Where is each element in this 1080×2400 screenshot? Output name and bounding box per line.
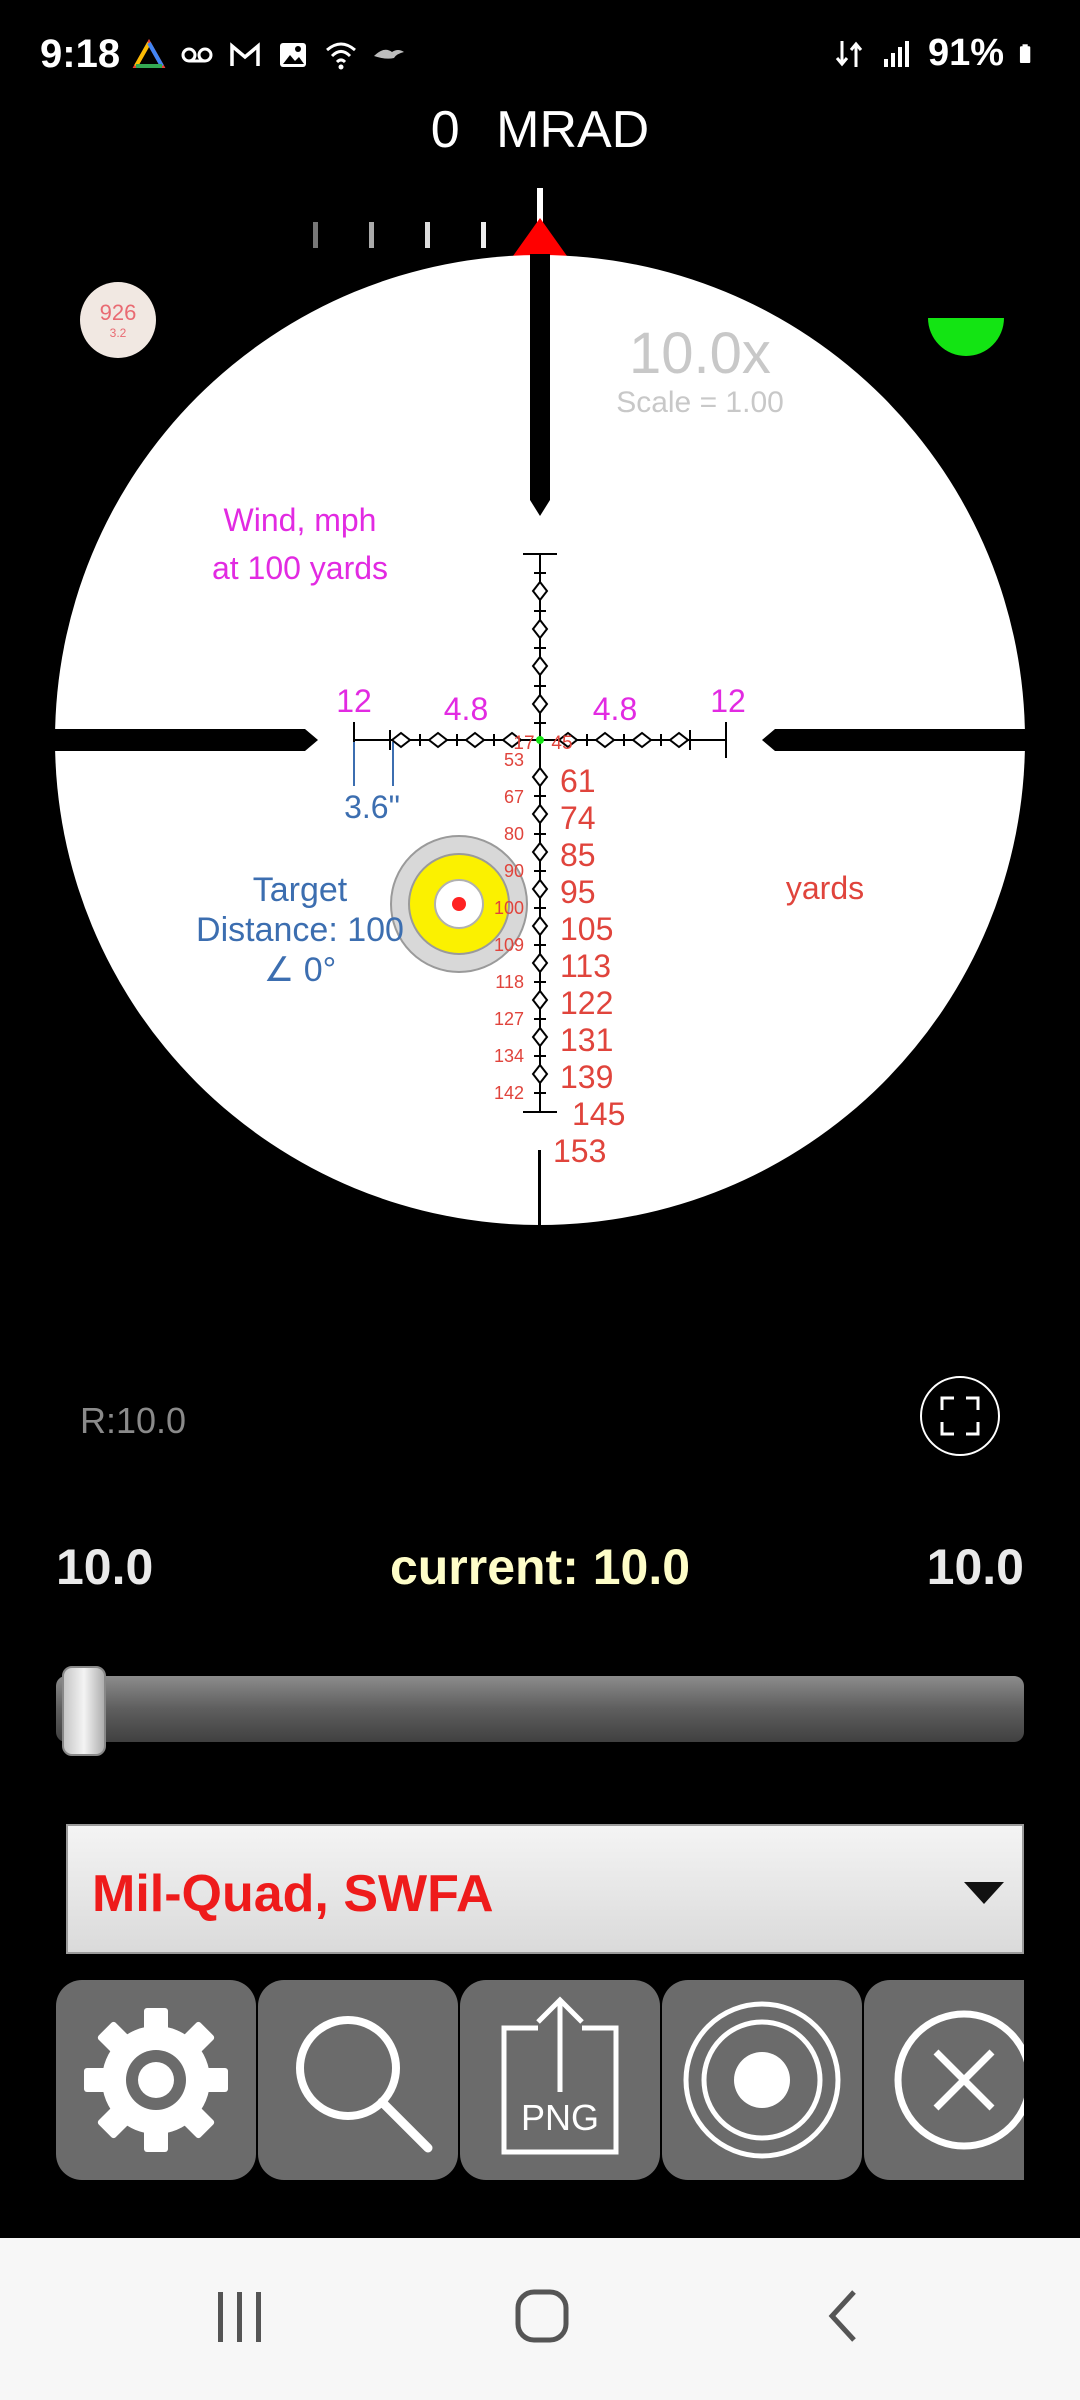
battery-icon	[1019, 43, 1031, 63]
fullscreen-button[interactable]	[920, 1376, 1000, 1456]
gear-icon	[84, 2008, 228, 2152]
yards-label: yards	[785, 870, 865, 906]
signal-icon	[883, 40, 909, 67]
close-button[interactable]	[864, 1980, 1024, 2180]
heading-value: 0	[430, 101, 460, 159]
target-info: Target Distance: 100 ∠ 0°	[160, 870, 440, 990]
wind-label-line2: at 100 yards	[211, 550, 389, 586]
windage-scale	[313, 188, 567, 256]
spread-value: 3.6"	[344, 789, 400, 825]
system-status: 91%	[832, 32, 1040, 75]
back-icon	[828, 2290, 856, 2342]
range-left: 118	[495, 972, 524, 992]
png-label: PNG	[521, 2097, 599, 2138]
range-left: 127	[494, 1009, 524, 1029]
rounds-badge[interactable]: 926 3.2	[80, 282, 156, 358]
target-button[interactable]	[662, 1980, 862, 2180]
search-button[interactable]	[258, 1980, 458, 2180]
range-right: 113	[560, 948, 611, 984]
recents-icon	[218, 2292, 261, 2342]
target-angle: ∠ 0°	[263, 951, 337, 989]
recents-button[interactable]	[180, 2278, 300, 2358]
back-button[interactable]	[786, 2278, 906, 2358]
status-time: 9:18	[40, 32, 121, 76]
slider-thumb[interactable]	[62, 1666, 106, 1756]
close-icon	[894, 2010, 1024, 2150]
post-bottom	[538, 1150, 541, 1226]
center-number-right: 45	[551, 733, 572, 754]
wind-value-left-outer: 12	[336, 683, 372, 719]
data-transfer-icon	[835, 40, 863, 67]
voicemail-icon	[181, 47, 213, 63]
mag-max: 10.0	[926, 1539, 1024, 1595]
range-left: 134	[494, 1046, 524, 1066]
home-button[interactable]	[482, 2278, 602, 2358]
range-right: 74	[560, 800, 596, 836]
wifi-icon	[326, 42, 356, 70]
search-icon	[296, 2016, 433, 2153]
wind-value-right-outer: 12	[710, 683, 746, 719]
range-readout: R:10.0	[80, 1400, 187, 1441]
range-right: 145	[572, 1096, 625, 1132]
battery-percent: 91%	[927, 32, 1004, 74]
magnification-slider[interactable]	[56, 1676, 1024, 1742]
center-point	[536, 736, 544, 744]
target-title: Target	[252, 871, 348, 909]
export-png-button[interactable]: PNG	[460, 1980, 660, 2180]
range-right: 105	[560, 911, 613, 947]
home-icon	[515, 2289, 569, 2343]
wind-value-right-inner: 4.8	[593, 691, 637, 727]
range-left: 109	[494, 935, 524, 955]
badge-subvalue: 3.2	[109, 326, 127, 340]
range-left: 80	[504, 824, 524, 844]
level-indicator	[928, 280, 1004, 356]
range-right: 131	[560, 1022, 613, 1058]
range-left: 100	[494, 898, 524, 918]
navigation-bar	[0, 2238, 1080, 2400]
settings-button[interactable]	[56, 1980, 256, 2180]
range-right: 153	[553, 1133, 606, 1169]
badge-value: 926	[99, 300, 137, 325]
wind-label: Wind, mph at 100 yards	[170, 496, 430, 592]
range-right: 85	[560, 837, 596, 873]
chevron-down-icon	[964, 1882, 1004, 1904]
windage-marker	[513, 218, 567, 256]
reticle-select[interactable]: Mil-Quad, SWFA	[66, 1824, 1024, 1954]
ravens-icon	[374, 49, 404, 59]
magnification-row: 10.0 current: 10.0 10.0	[0, 1538, 1080, 1598]
heading-unit: MRAD	[496, 101, 650, 159]
wind-label-line1: Wind, mph	[223, 502, 377, 538]
range-left: 90	[504, 861, 524, 881]
reticle-view[interactable]: 12 4.8 4.8 12 3.6" 17 45 53 67 80 90 100…	[0, 170, 1080, 1250]
gallery-icon	[280, 43, 306, 67]
home-icon	[132, 38, 166, 68]
notification-icons	[132, 38, 406, 72]
range-right: 61	[560, 763, 596, 799]
target-distance: Distance: 100	[196, 911, 404, 949]
range-right: 95	[560, 874, 596, 910]
mag-current: current: 10.0	[389, 1539, 691, 1595]
post-top	[530, 254, 550, 516]
scale-value: Scale = 1.00	[616, 386, 784, 419]
post-right	[762, 729, 1025, 751]
gmail-icon	[230, 42, 260, 66]
fullscreen-icon	[940, 1396, 980, 1436]
reticle-select-value: Mil-Quad, SWFA	[92, 1865, 494, 1923]
post-left	[55, 729, 318, 751]
windage-heading: 0 MRAD	[0, 100, 1080, 160]
png-export-icon: PNG	[501, 1996, 619, 2155]
range-left: 53	[504, 750, 524, 770]
range-right: 122	[560, 985, 613, 1021]
target-icon	[683, 2001, 841, 2159]
range-left: 142	[494, 1083, 524, 1103]
range-left: 67	[504, 787, 524, 807]
toolbar: PNG	[56, 1980, 1024, 2180]
wind-value-left-inner: 4.8	[444, 691, 488, 727]
zoom-level: 10.0x	[629, 321, 771, 386]
range-right: 139	[560, 1059, 613, 1095]
